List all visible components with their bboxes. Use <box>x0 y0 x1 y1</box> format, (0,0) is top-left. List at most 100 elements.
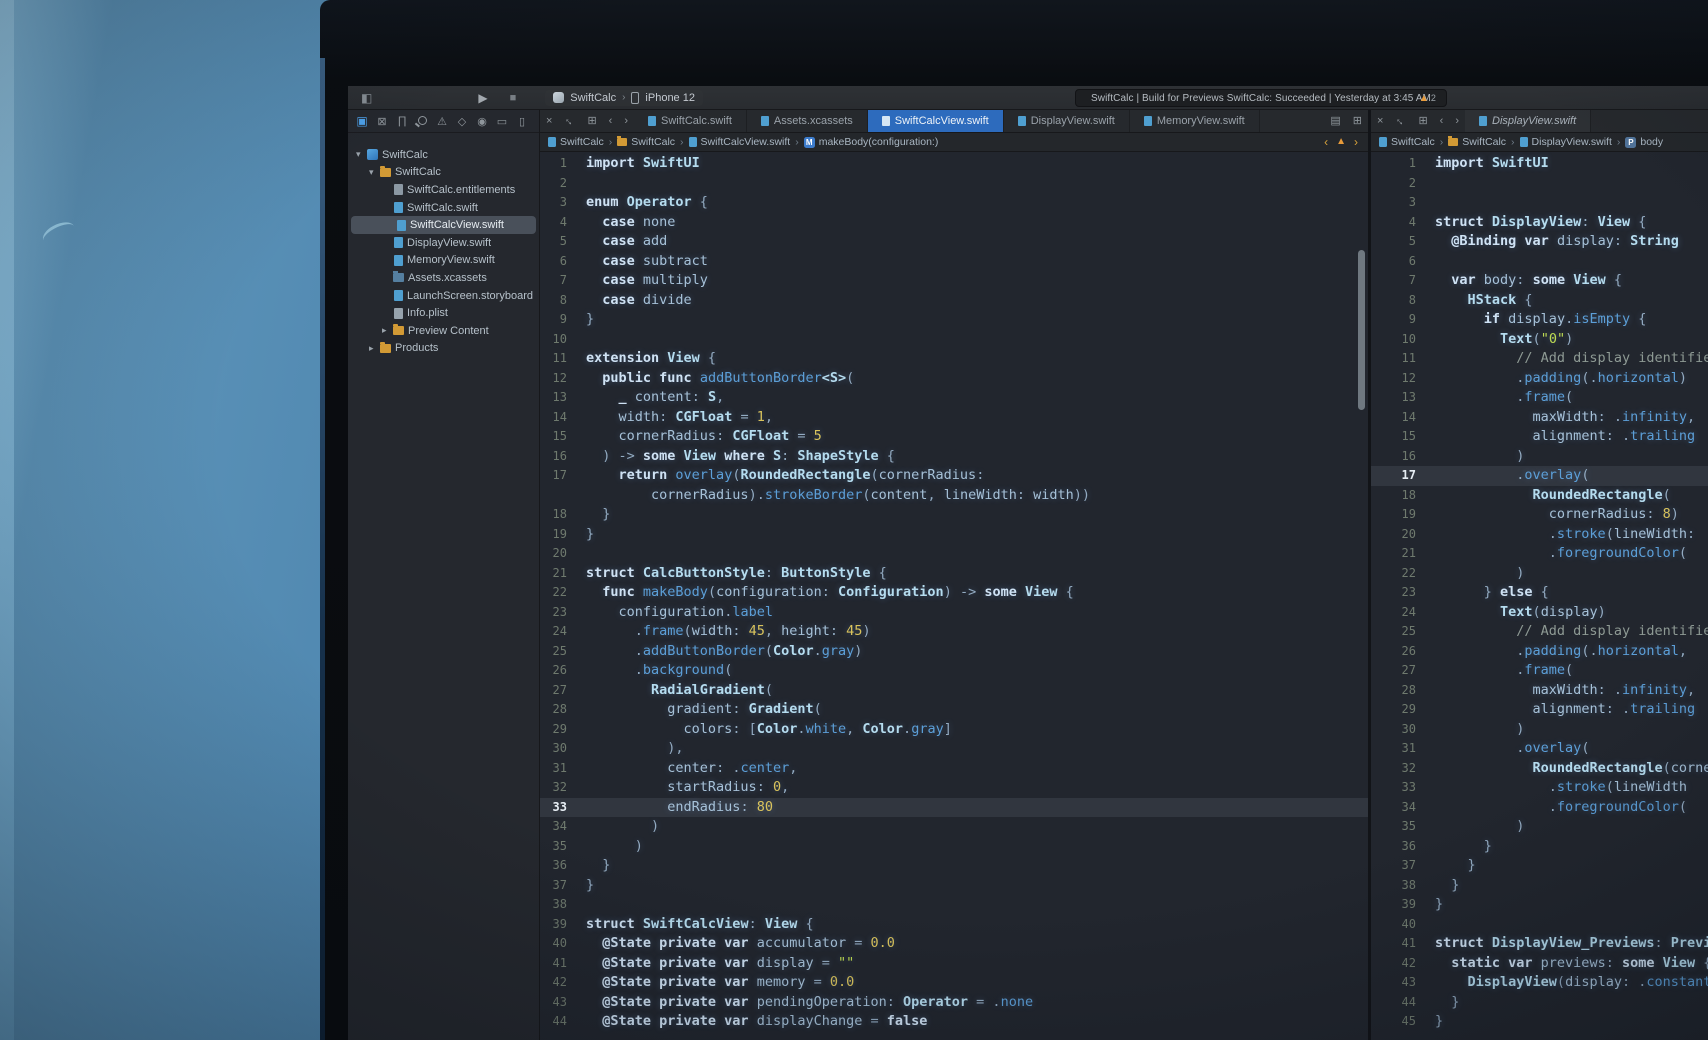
project-file-tree: ▾SwiftCalc▾SwiftCalcSwiftCalc.entitlemen… <box>348 133 539 357</box>
disclosure-closed-icon[interactable]: ▸ <box>382 325 393 336</box>
line-number: 38 <box>1371 876 1425 896</box>
line-content: Text(display) <box>1425 603 1708 623</box>
code-line: 45} <box>1371 1012 1708 1032</box>
issue-navigator-icon[interactable]: ⚠ <box>432 115 452 128</box>
tab-DisplayView.swift[interactable]: DisplayView.swift <box>1465 110 1591 132</box>
file-row-SwiftCalc.swift[interactable]: SwiftCalc.swift <box>348 199 539 217</box>
folder-file-icon <box>1448 138 1458 146</box>
line-content: width: CGFloat = 1, <box>576 408 1368 428</box>
code-line: 43 @State private var pendingOperation: … <box>540 993 1368 1013</box>
previous-issue-icon[interactable]: ‹ <box>1322 131 1330 153</box>
breadcrumb-item[interactable]: SwiftCalc <box>1448 136 1506 148</box>
test-navigator-icon[interactable]: ◇ <box>452 115 472 128</box>
breadcrumb-item[interactable]: MmakeBody(configuration:) <box>804 136 939 148</box>
find-navigator-icon[interactable] <box>412 114 432 128</box>
line-number: 1 <box>1371 154 1425 174</box>
file-row-DisplayView.swift[interactable]: DisplayView.swift <box>348 234 539 252</box>
breadcrumb-item[interactable]: SwiftCalc <box>1379 136 1435 148</box>
right-source-code[interactable]: 1import SwiftUI234struct DisplayView: Vi… <box>1371 152 1708 1040</box>
stop-button[interactable]: ■ <box>503 87 524 109</box>
code-line: 20 <box>540 544 1368 564</box>
left-source-code[interactable]: 1import SwiftUI23enum Operator {4 case n… <box>540 152 1368 1040</box>
entitlements-icon <box>394 184 403 195</box>
run-button[interactable]: ▶ <box>471 87 494 109</box>
breadcrumb-label: makeBody(configuration:) <box>819 136 939 148</box>
left-editor-scrollbar[interactable] <box>1358 250 1365 410</box>
navigator-toggle-icon[interactable]: ◧ <box>354 87 379 109</box>
line-content: struct CalcButtonStyle: ButtonStyle { <box>576 564 1368 584</box>
line-content <box>1425 252 1708 272</box>
code-line: 38 } <box>1371 876 1708 896</box>
project-icon <box>367 149 378 160</box>
file-row-MemoryView.swift[interactable]: MemoryView.swift <box>348 252 539 270</box>
line-number: 33 <box>1371 778 1425 798</box>
breakpoint-navigator-icon[interactable]: ▭ <box>492 115 512 128</box>
line-number: 31 <box>1371 739 1425 759</box>
line-content: static var previews: some View { <box>1425 954 1708 974</box>
editor-right: ×↔⊞‹› DisplayView.swift SwiftCalc›SwiftC… <box>1371 110 1708 1040</box>
file-row-SwiftCalc[interactable]: ▾SwiftCalc <box>348 146 539 164</box>
tab-Assets.xcassets[interactable]: Assets.xcassets <box>747 110 868 132</box>
line-content: return overlay(RoundedRectangle(cornerRa… <box>576 466 1368 486</box>
file-row-Preview Content[interactable]: ▸Preview Content <box>348 322 539 340</box>
code-line: 12 .padding(.horizontal) <box>1371 369 1708 389</box>
tab-DisplayView.swift[interactable]: DisplayView.swift <box>1004 110 1130 132</box>
breadcrumb-item[interactable]: DisplayView.swift <box>1520 136 1612 148</box>
file-row-Products[interactable]: ▸Products <box>348 340 539 358</box>
project-navigator-icon[interactable]: ▣ <box>352 114 372 128</box>
disclosure-closed-icon[interactable]: ▸ <box>369 343 380 354</box>
assets-icon <box>393 273 404 282</box>
issue-navigation: ‹▲› <box>1322 131 1360 153</box>
code-line: 33 .stroke(lineWidth <box>1371 778 1708 798</box>
code-line: 5 @Binding var display: String <box>1371 232 1708 252</box>
scheme-selector[interactable]: SwiftCalc › iPhone 12 <box>545 90 703 106</box>
swift-icon <box>394 237 403 248</box>
back-icon[interactable]: ‹ <box>1434 110 1450 132</box>
tab-SwiftCalcView.swift[interactable]: SwiftCalcView.swift <box>868 110 1004 132</box>
code-line: 5 case add <box>540 232 1368 252</box>
code-review-icon[interactable]: ▤ <box>1324 110 1346 132</box>
line-number: 29 <box>1371 700 1425 720</box>
line-number: 8 <box>540 291 576 311</box>
line-content: import SwiftUI <box>1425 154 1708 174</box>
file-row-Info.plist[interactable]: Info.plist <box>348 304 539 322</box>
file-row-SwiftCalcView.swift[interactable]: SwiftCalcView.swift <box>351 216 536 234</box>
line-number: 21 <box>1371 544 1425 564</box>
debug-navigator-icon[interactable]: ◉ <box>472 115 492 128</box>
warning-icon[interactable]: ▲ <box>1334 131 1348 153</box>
warning-badge[interactable]: ▲ 2 <box>1419 93 1436 104</box>
forward-icon[interactable]: › <box>618 110 634 132</box>
tab-MemoryView.swift[interactable]: MemoryView.swift <box>1130 110 1260 132</box>
add-editor-icon[interactable]: ⊞ <box>1347 110 1368 132</box>
tab-SwiftCalc.swift[interactable]: SwiftCalc.swift <box>634 110 747 132</box>
code-line: 16 ) -> some View where S: ShapeStyle { <box>540 447 1368 467</box>
report-navigator-icon[interactable]: ▯ <box>512 115 532 128</box>
back-icon[interactable]: ‹ <box>603 110 619 132</box>
file-row-Assets.xcassets[interactable]: Assets.xcassets <box>348 269 539 287</box>
code-line: 1import SwiftUI <box>540 154 1368 174</box>
disclosure-open-icon[interactable]: ▾ <box>356 149 367 160</box>
code-line: 41struct DisplayView_Previews: PreviewPr… <box>1371 934 1708 954</box>
line-number: 14 <box>540 408 576 428</box>
source-control-navigator-icon[interactable]: ⊠ <box>372 115 392 128</box>
code-line: 1import SwiftUI <box>1371 154 1708 174</box>
code-line: 25 // Add display identifier <box>1371 622 1708 642</box>
disclosure-open-icon[interactable]: ▾ <box>369 167 380 178</box>
breadcrumb-item[interactable]: SwiftCalc <box>548 136 604 148</box>
breadcrumb-item[interactable]: Pbody <box>1625 136 1663 148</box>
breadcrumb-item[interactable]: SwiftCalc <box>617 136 675 148</box>
next-issue-icon[interactable]: › <box>1352 131 1360 153</box>
file-icon <box>1018 116 1026 126</box>
line-content: .padding(.horizontal) <box>1425 369 1708 389</box>
line-number: 29 <box>540 720 576 740</box>
file-row-LaunchScreen.storyboard[interactable]: LaunchScreen.storyboard <box>348 287 539 305</box>
file-row-SwiftCalc.entitlements[interactable]: SwiftCalc.entitlements <box>348 181 539 199</box>
code-line: 21 .foregroundColor( <box>1371 544 1708 564</box>
symbol-navigator-icon[interactable]: ∏ <box>392 115 412 127</box>
code-line: 42 static var previews: some View { <box>1371 954 1708 974</box>
activity-status[interactable]: SwiftCalc | Build for Previews SwiftCalc… <box>1075 89 1447 107</box>
file-row-SwiftCalc[interactable]: ▾SwiftCalc <box>348 164 539 182</box>
breadcrumb-item[interactable]: SwiftCalcView.swift <box>689 136 791 148</box>
line-number: 37 <box>540 876 576 896</box>
forward-icon[interactable]: › <box>1449 110 1465 132</box>
